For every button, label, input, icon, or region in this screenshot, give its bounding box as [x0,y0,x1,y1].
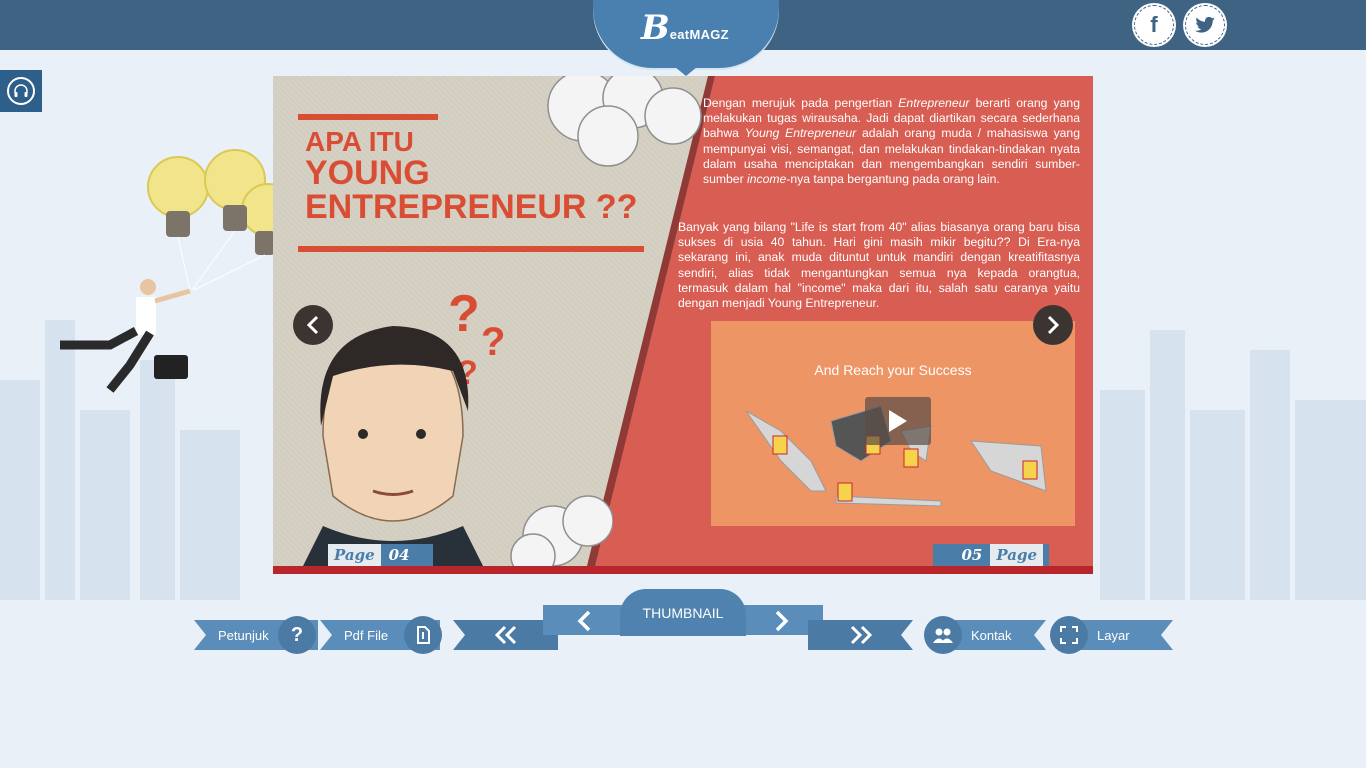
last-page-button[interactable] [808,620,913,650]
flipbook[interactable]: APA ITU YOUNG ENTREPRENEUR ?? ? ? ? Page… [273,76,1093,574]
paragraph-2: Banyak yang bilang "Life is start from 4… [678,220,1080,311]
next-page-button[interactable] [1033,305,1073,345]
question-icon: ? [290,623,304,646]
cloud-decoration [547,76,702,167]
thumbnail-next-button[interactable] [772,610,792,636]
bulbs-man-illustration [60,149,275,393]
title-rule-bottom [298,246,644,252]
fullscreen-icon [1060,626,1078,644]
right-page-number: 05 Page [933,544,1049,566]
chevron-right-icon [1047,315,1060,335]
headphones-icon [7,77,35,105]
pdf-icon [417,626,430,644]
chevron-right-icon [775,610,789,632]
facebook-icon: f [1150,12,1158,37]
double-chevron-left-icon [494,625,516,645]
book-bottom-edge [273,566,1093,574]
flying-man [60,279,191,393]
help-button[interactable]: ? [278,616,316,654]
left-page-number: Page 04 [328,544,433,566]
lightbulb-icon [147,149,275,291]
logo-text: BeatMAGZ [641,8,729,48]
chevron-left-icon [306,315,319,335]
thumbnail-button[interactable]: THUMBNAIL [620,589,746,636]
video-caption: And Reach your Success [814,362,972,378]
question-mark: ? [481,320,506,364]
previous-page-button[interactable] [293,305,333,345]
title-rule-top [298,114,438,120]
cloud-decoration [510,495,613,566]
logo[interactable]: BeatMAGZ [593,0,779,76]
thumbnail-prev-button[interactable] [575,610,595,636]
facebook-button[interactable]: f [1134,5,1174,45]
twitter-button[interactable] [1185,5,1225,45]
pdf-download-button[interactable] [404,616,442,654]
fullscreen-button[interactable] [1050,616,1088,654]
double-chevron-right-icon [848,625,874,645]
chevron-left-icon [577,610,591,632]
twitter-icon [1195,16,1215,33]
play-icon [889,410,907,432]
audio-button[interactable] [0,70,42,112]
contact-button[interactable] [924,616,962,654]
video-player[interactable]: And Reach your Success [711,321,1075,526]
man-portrait-illustration [303,326,483,566]
paragraph-1: Dengan merujuk pada pengertian Entrepren… [703,96,1080,187]
users-icon [933,628,953,643]
play-button[interactable] [865,397,931,445]
